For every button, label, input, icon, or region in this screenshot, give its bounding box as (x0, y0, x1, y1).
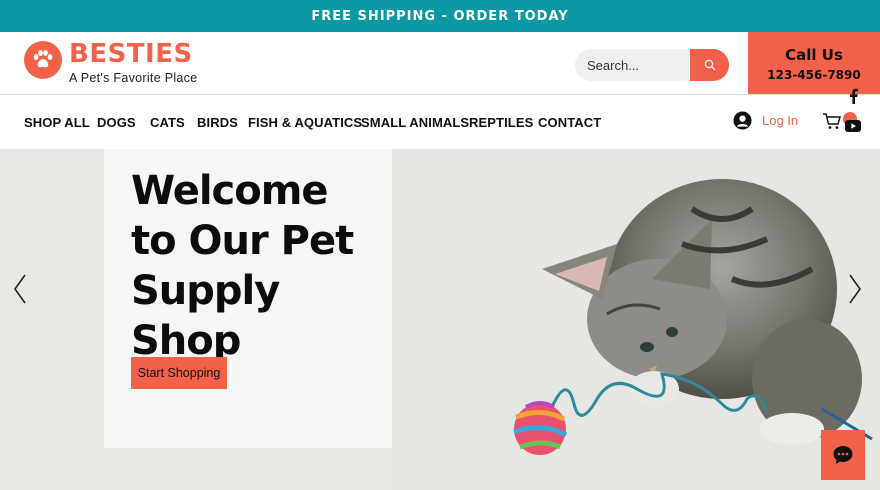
nav-small-animals[interactable]: SMALL ANIMALS (361, 115, 469, 130)
nav-reptiles[interactable]: REPTILES (469, 115, 533, 130)
chat-bubble-icon (833, 446, 853, 464)
user-avatar-icon (733, 111, 752, 130)
start-shopping-button[interactable]: Start Shopping (131, 357, 227, 389)
nav-dogs[interactable]: DOGS (97, 115, 136, 130)
nav-fish-aquatics[interactable]: FISH & AQUATICS (248, 115, 362, 130)
call-us-title: Call Us (785, 46, 843, 64)
announcement-banner: FREE SHIPPING - ORDER TODAY (0, 0, 880, 32)
nav-shop-all[interactable]: SHOP ALL (24, 115, 90, 130)
nav-contact[interactable]: CONTACT (538, 115, 601, 130)
kitten-image (392, 149, 880, 490)
brand-name[interactable]: BESTIES (69, 39, 193, 69)
paw-logo-icon[interactable] (24, 41, 62, 79)
search-button[interactable] (690, 49, 729, 81)
announcement-text: FREE SHIPPING - ORDER TODAY (311, 8, 569, 24)
main-nav: SHOP ALL DOGS CATS BIRDS FISH & AQUATICS… (0, 96, 880, 148)
nav-birds[interactable]: BIRDS (197, 115, 238, 130)
search-bar (575, 49, 729, 81)
login-label: Log In (762, 113, 799, 128)
hero-slider: Welcome to Our Pet Supply Shop Start Sho… (0, 149, 880, 490)
hero-title: Welcome to Our Pet Supply Shop (131, 168, 354, 364)
call-us-number[interactable]: 123-456-7890 (748, 68, 880, 82)
facebook-icon[interactable] (845, 88, 861, 104)
login-button[interactable]: Log In (733, 111, 798, 130)
nav-cats[interactable]: CATS (150, 115, 185, 130)
search-input[interactable] (587, 49, 687, 81)
chevron-left-icon[interactable] (13, 274, 27, 304)
site-header: BESTIES A Pet's Favorite Place Call Us 1… (0, 32, 880, 95)
cart-icon (823, 113, 841, 129)
chevron-right-icon[interactable] (848, 274, 862, 304)
chat-button[interactable] (821, 430, 865, 480)
call-us-box: Call Us 123-456-7890 (748, 32, 880, 94)
cart-button[interactable] (822, 112, 857, 135)
search-icon (704, 59, 715, 71)
brand-tagline: A Pet's Favorite Place (69, 71, 198, 85)
youtube-icon[interactable] (845, 118, 861, 134)
